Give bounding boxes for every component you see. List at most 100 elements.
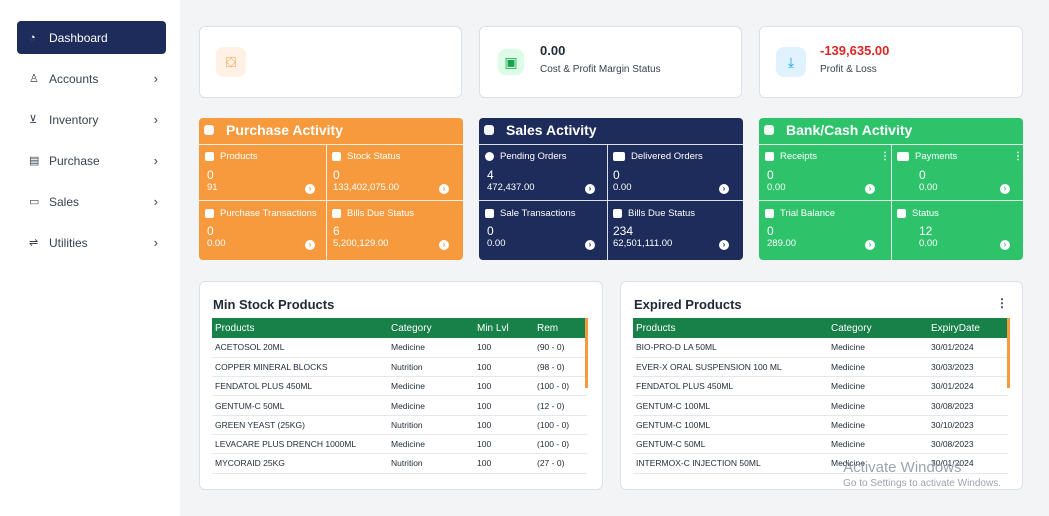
sales-bills-due-label: Bills Due Status: [613, 208, 695, 219]
table-row[interactable]: COPPER MINERAL BLOCKS Nutrition 100 (98 - 0…: [212, 357, 587, 378]
arrow-right-icon[interactable]: ›: [439, 184, 449, 194]
divider: [607, 144, 608, 260]
sidebar-nav: ◔ Dashboard ♙ Accounts › ⊻ Inventory › ▤…: [0, 0, 180, 259]
status-amount: 0.00: [919, 238, 938, 249]
card-icon: [897, 152, 909, 161]
sidebar-item-purchase[interactable]: ▤ Purchase ›: [17, 144, 166, 177]
table-cell: FENDATOL PLUS 450ML: [633, 376, 828, 397]
sales-activity-title: Sales Activity: [506, 122, 597, 138]
more-options-icon[interactable]: ⋮: [996, 296, 1008, 310]
table-row[interactable]: GENTUM-C 100ML Medicine 30/08/2023: [633, 395, 1008, 416]
table-cell: 100: [474, 357, 534, 378]
calendar-icon: ▭: [29, 196, 40, 208]
sale-transactions-amount: 0.00: [487, 238, 506, 249]
table-cell: Nutrition: [388, 453, 474, 474]
arrow-right-icon[interactable]: ›: [305, 240, 315, 250]
arrow-right-icon[interactable]: ›: [585, 240, 595, 250]
table-cell: 100: [474, 338, 534, 358]
table-cell: GENTUM-C 100ML: [633, 395, 828, 416]
arrow-right-icon[interactable]: ›: [719, 240, 729, 250]
sidebar-item-label: Sales: [49, 194, 80, 209]
sidebar-item-sales[interactable]: ▭ Sales ›: [17, 185, 166, 218]
ledger-icon: [765, 209, 774, 218]
column-header[interactable]: Products: [633, 318, 828, 338]
table-cell: GREEN YEAST (25KG): [212, 415, 388, 435]
purchase-activity-panel: Purchase Activity Products 0 91 › Stock …: [199, 118, 463, 260]
column-header[interactable]: Min Lvl: [474, 318, 534, 338]
table-cell: Nutrition: [388, 357, 474, 378]
table-cell: LEVACARE PLUS DRENCH 1000ML: [212, 434, 388, 455]
table-cell: EVER-X ORAL SUSPENSION 100 ML: [633, 357, 828, 378]
table-header-row: Products Category ExpiryDate: [633, 318, 1008, 338]
column-header[interactable]: Products: [212, 318, 388, 338]
table-row[interactable]: GENTUM-C 100ML Medicine 30/10/2023: [633, 415, 1008, 435]
table-cell: Medicine: [388, 434, 474, 455]
table-cell: Medicine: [388, 376, 474, 397]
money-icon: ▣: [498, 49, 524, 75]
bills-due-amount: 5,200,129.00: [333, 238, 389, 249]
arrow-right-icon[interactable]: ›: [1000, 184, 1010, 194]
column-header[interactable]: Category: [388, 318, 474, 338]
transactions-icon: [205, 209, 214, 218]
scrollbar[interactable]: [1007, 318, 1010, 388]
arrow-right-icon[interactable]: ›: [865, 240, 875, 250]
table-cell: Medicine: [828, 415, 928, 435]
pending-orders-count: 4: [487, 168, 494, 182]
payments-menu-icon[interactable]: ⋮: [1013, 151, 1023, 162]
table-cell: Medicine: [828, 376, 928, 397]
table-row[interactable]: GENTUM-C 50ML Medicine 30/08/2023: [633, 434, 1008, 455]
stock-status-label: Stock Status: [332, 151, 400, 162]
transactions-icon: [485, 209, 494, 218]
expired-table-wrap[interactable]: Products Category ExpiryDate BIO-PRO-D L…: [633, 318, 1008, 474]
purchase-transactions-label: Purchase Transactions: [205, 208, 317, 219]
delivered-orders-label: Delivered Orders: [613, 151, 703, 162]
stock-status-amount: 133,402,075.00: [333, 182, 400, 193]
table-row[interactable]: EVER-X ORAL SUSPENSION 100 ML Medicine 30/…: [633, 357, 1008, 378]
sidebar-item-accounts[interactable]: ♙ Accounts ›: [17, 62, 166, 95]
table-row[interactable]: ACETOSOL 20ML Medicine 100 (90 - 0): [212, 338, 587, 358]
products-label: Products: [205, 151, 258, 162]
table-row[interactable]: FENDATOL PLUS 450ML Medicine 100 (100 - 0): [212, 376, 587, 397]
table-cell: GENTUM-C 100ML: [633, 415, 828, 435]
truck-icon: [613, 152, 625, 161]
table-row[interactable]: FENDATOL PLUS 450ML Medicine 30/01/2024: [633, 376, 1008, 397]
table-cell: (100 - 0): [534, 376, 587, 397]
panel-title: Sales Activity: [484, 122, 597, 138]
sidebar-item-dashboard[interactable]: ◔ Dashboard: [17, 21, 166, 54]
column-header[interactable]: Rem: [534, 318, 587, 338]
top-card-cost-profit: ▣ 0.00 Cost & Profit Margin Status: [479, 26, 742, 98]
sidebar-item-inventory[interactable]: ⊻ Inventory ›: [17, 103, 166, 136]
payments-amount: 0.00: [919, 182, 938, 193]
column-header[interactable]: ExpiryDate: [928, 318, 1008, 338]
payments-label: Payments: [897, 151, 957, 162]
sidebar-item-utilities[interactable]: ⇌ Utilities ›: [17, 226, 166, 259]
arrow-right-icon[interactable]: ›: [719, 184, 729, 194]
pending-orders-amount: 472,437.00: [487, 182, 535, 193]
table-cell: Medicine: [828, 338, 928, 358]
chevron-right-icon: ›: [153, 153, 158, 168]
receipts-menu-icon[interactable]: ⋮: [880, 151, 890, 162]
receipt-icon: [765, 152, 774, 161]
receipt-icon: ▤: [29, 155, 40, 167]
table-cell: (100 - 0): [534, 434, 587, 455]
purchase-transactions-count: 0: [207, 224, 214, 238]
min-stock-table-wrap[interactable]: Products Category Min Lvl Rem ACETOSOL 2…: [212, 318, 587, 474]
panel-title: Bank/Cash Activity: [764, 122, 912, 138]
table-header-row: Products Category Min Lvl Rem: [212, 318, 587, 338]
table-row[interactable]: GREEN YEAST (25KG) Nutrition 100 (100 - 0): [212, 415, 587, 435]
table-cell: 30/01/2024: [928, 338, 1008, 358]
table-row[interactable]: LEVACARE PLUS DRENCH 1000ML Medicine 100 (1…: [212, 434, 587, 455]
arrow-right-icon[interactable]: ›: [439, 240, 449, 250]
arrow-right-icon[interactable]: ›: [865, 184, 875, 194]
table-cell: Nutrition: [388, 415, 474, 435]
receipts-count: 0: [767, 168, 774, 182]
column-header[interactable]: Category: [828, 318, 928, 338]
table-row[interactable]: GENTUM-C 50ML Medicine 100 (12 - 0): [212, 395, 587, 416]
arrow-right-icon[interactable]: ›: [585, 184, 595, 194]
table-row[interactable]: MYCORAID 25KG Nutrition 100 (27 - 0): [212, 453, 587, 474]
scrollbar[interactable]: [585, 318, 588, 388]
table-row[interactable]: BIO-PRO-D LA 50ML Medicine 30/01/2024: [633, 338, 1008, 358]
arrow-right-icon[interactable]: ›: [1000, 240, 1010, 250]
arrow-right-icon[interactable]: ›: [305, 184, 315, 194]
receipts-amount: 0.00: [767, 182, 786, 193]
